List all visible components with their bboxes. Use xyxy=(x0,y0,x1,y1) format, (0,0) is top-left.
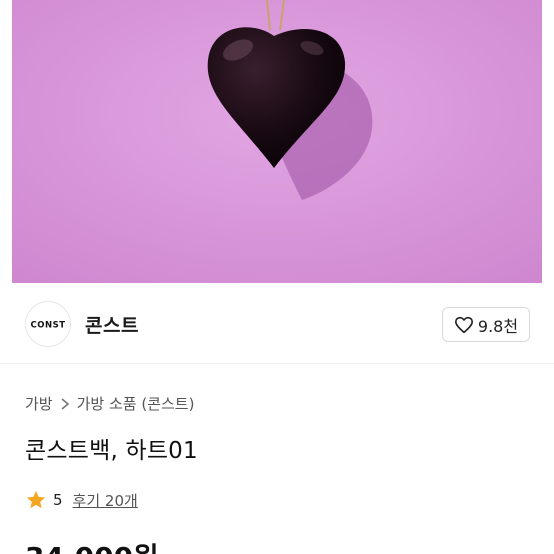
like-count: 9.8천 xyxy=(477,316,519,336)
chevron-right-icon xyxy=(61,397,69,410)
reviews-link[interactable]: 후기 20개 xyxy=(73,490,138,511)
product-hero-image[interactable] xyxy=(12,0,542,283)
heart-pendant-image xyxy=(12,0,542,283)
breadcrumb: 가방 가방 소품 (콘스트) xyxy=(25,393,194,414)
like-button[interactable]: 9.8천 xyxy=(442,307,530,342)
brand-row: CONST 콘스트 9.8천 xyxy=(0,283,554,363)
product-title: 콘스트백, 하트01 xyxy=(25,438,198,464)
brand-name[interactable]: 콘스트 xyxy=(85,311,139,338)
star-icon xyxy=(26,490,46,509)
heart-outline-icon xyxy=(454,316,473,333)
breadcrumb-item-bag-accessories[interactable]: 가방 소품 (콘스트) xyxy=(77,393,195,414)
product-price: 34,000원 xyxy=(25,536,159,554)
breadcrumb-item-bag[interactable]: 가방 xyxy=(25,393,53,414)
svg-text:CONST: CONST xyxy=(31,321,66,330)
brand-logo[interactable]: CONST xyxy=(25,301,71,347)
rating-row: 5 후기 20개 xyxy=(25,489,138,511)
divider xyxy=(0,363,554,364)
brand-logo-mark: CONST xyxy=(30,320,66,330)
rating-score: 5 xyxy=(53,491,63,509)
